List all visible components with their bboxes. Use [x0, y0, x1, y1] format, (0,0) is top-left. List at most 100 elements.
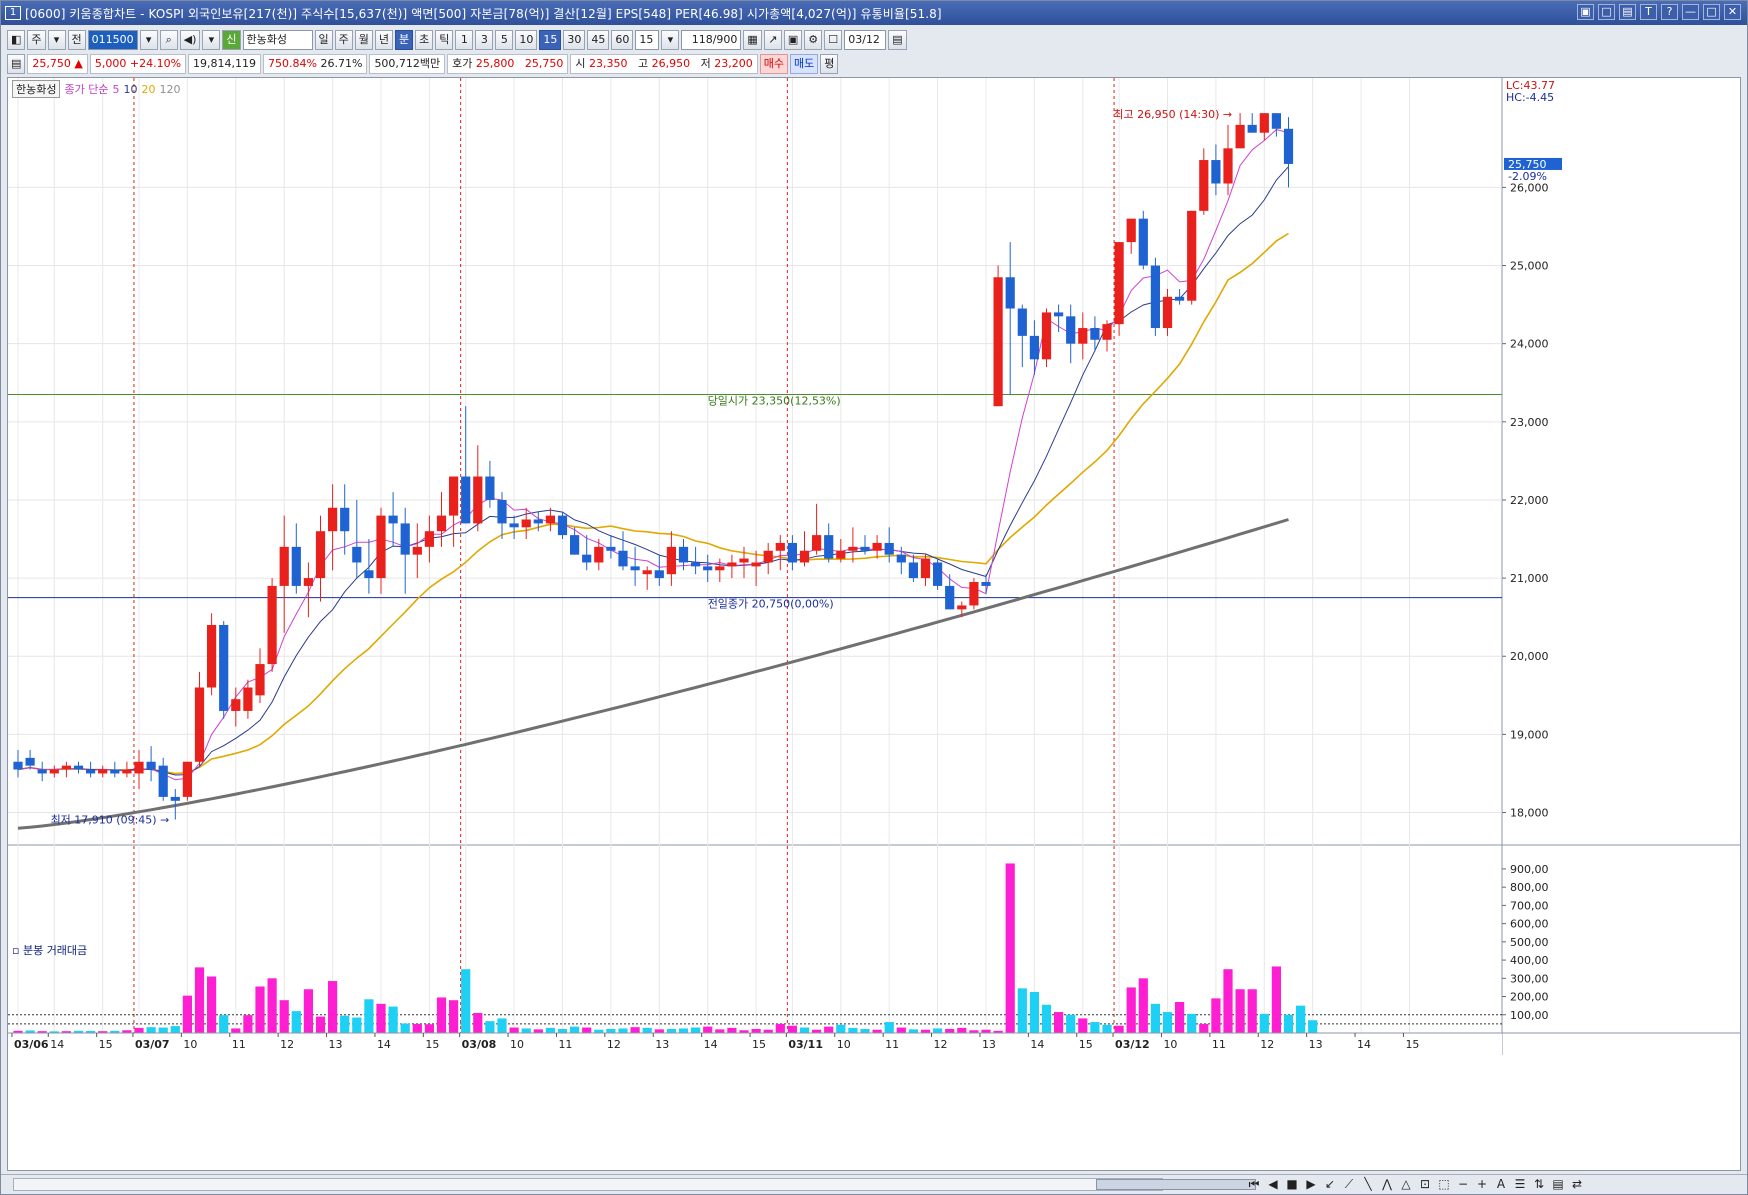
legend-stock-name[interactable]: 한농화성 [12, 80, 61, 98]
help-icon[interactable]: ? [1661, 4, 1678, 20]
date-checkbox[interactable]: ☐ [824, 30, 843, 50]
interval-45[interactable]: 45 [587, 30, 610, 50]
close-button[interactable]: ✕ [1724, 4, 1741, 20]
pin-icon[interactable]: □ [1598, 4, 1615, 20]
sort-tool-icon[interactable]: ⇅ [1531, 1176, 1547, 1192]
chart-area[interactable]: 한농화성 종가 단순 5 10 20 120 ▫ 분봉 거래대금 26,000 2… [7, 77, 1741, 1171]
sound-icon[interactable]: ◀) [179, 30, 201, 50]
fib-tool-icon[interactable]: ⋀ [1379, 1176, 1395, 1192]
volume-bar [134, 1027, 144, 1033]
interval-dropdown-icon[interactable]: ▾ [661, 30, 680, 50]
interval-10[interactable]: 10 [515, 30, 538, 50]
period-minute[interactable]: 분 [395, 30, 414, 50]
diag-tool-icon[interactable]: ╲ [1360, 1176, 1376, 1192]
period-month[interactable]: 월 [354, 30, 373, 50]
candle-body [1090, 328, 1100, 340]
list-dropdown-icon[interactable]: ▾ [202, 30, 221, 50]
maximize-button[interactable]: □ [1703, 4, 1720, 20]
save-icon[interactable]: ▣ [783, 30, 803, 50]
font-icon[interactable]: T [1640, 4, 1657, 20]
interval-60[interactable]: 60 [611, 30, 634, 50]
scope-select[interactable]: 전 [67, 30, 86, 50]
sell-button[interactable]: 매도 [790, 54, 819, 74]
trend-tool-icon[interactable]: ↙ [1322, 1176, 1338, 1192]
volume-bar [1175, 1002, 1185, 1033]
interval-1[interactable]: 1 [455, 30, 474, 50]
candle-body [606, 546, 616, 551]
grid-tool-icon[interactable]: ☰ [1512, 1176, 1528, 1192]
date-field[interactable]: 03/12 [844, 30, 887, 50]
zoom-out-icon[interactable]: − [1455, 1176, 1471, 1192]
period-year[interactable]: 년 [374, 30, 394, 50]
sync-tool-icon[interactable]: ⇄ [1569, 1176, 1585, 1192]
stock-code-input[interactable]: 011500 [87, 30, 138, 50]
volume-bar [678, 1028, 689, 1033]
settings-icon[interactable]: ⚙ [804, 30, 823, 50]
volume-bar [328, 981, 338, 1033]
period-tick[interactable]: 틱 [435, 30, 454, 50]
scrollbar-thumb[interactable] [1096, 1179, 1256, 1190]
triangle-tool-icon[interactable]: △ [1398, 1176, 1414, 1192]
calendar-icon[interactable]: ▤ [888, 30, 907, 50]
candle-body [436, 515, 447, 532]
layout-toggle-button[interactable]: ◧ [7, 30, 26, 50]
legend-ma20[interactable]: 20 [141, 83, 155, 96]
text-tool-icon[interactable]: A [1493, 1176, 1509, 1192]
config-tool-icon[interactable]: ▤ [1550, 1176, 1566, 1192]
legend-ma5[interactable]: 5 [112, 83, 119, 96]
candle-body [388, 515, 398, 524]
code-dropdown-icon[interactable]: ▾ [139, 30, 158, 50]
candle-body [1162, 296, 1173, 329]
period-week[interactable]: 주 [334, 30, 353, 50]
market-kind-select[interactable]: 주 [27, 30, 46, 50]
interval-15[interactable]: 15 [539, 30, 562, 50]
candle-body [170, 796, 180, 801]
market-kind-dropdown-icon[interactable]: ▾ [47, 30, 66, 50]
prev-icon[interactable]: ◀ [1265, 1176, 1281, 1192]
legend-ma120[interactable]: 120 [159, 83, 180, 96]
new-stock-icon[interactable]: 신 [222, 30, 241, 50]
search-icon[interactable]: ⌕ [159, 30, 178, 50]
count-field[interactable]: 118/900 [681, 30, 742, 50]
volume-bar [1187, 1013, 1197, 1033]
restore-icon[interactable]: ▣ [1577, 4, 1594, 20]
zoom-in-icon[interactable]: + [1474, 1176, 1490, 1192]
period-day[interactable]: 일 [314, 30, 333, 50]
time-tick-label: 11 [1212, 1038, 1226, 1051]
legend-ma10[interactable]: 10 [123, 83, 137, 96]
time-tick-label: 03/12 [1115, 1038, 1150, 1051]
next-icon[interactable]: ▶ [1303, 1176, 1319, 1192]
volume-bar [255, 986, 265, 1033]
period-second[interactable]: 초 [415, 30, 434, 50]
volume-bar [1005, 863, 1015, 1033]
interval-input[interactable]: 15 [635, 30, 660, 50]
horizontal-scrollbar[interactable] [13, 1178, 1163, 1191]
trade-amount: 500,712백만 [369, 54, 446, 74]
interval-3[interactable]: 3 [475, 30, 494, 50]
draw-tool-icon[interactable]: ↗ [763, 30, 782, 50]
stop-icon[interactable]: ■ [1284, 1176, 1300, 1192]
interval-5[interactable]: 5 [495, 30, 514, 50]
volume-bar [1054, 1012, 1064, 1033]
legend-indicator[interactable]: 종가 단순 [64, 81, 108, 97]
volume-bar [630, 1027, 640, 1033]
buy-button[interactable]: 매수 [759, 54, 789, 74]
candle-body [207, 624, 217, 688]
volume-bar [1138, 978, 1148, 1033]
zoom-tool-icon[interactable]: ⊡ [1417, 1176, 1433, 1192]
grid-icon[interactable]: ▦ [743, 30, 762, 50]
select-tool-icon[interactable]: ⬚ [1436, 1176, 1452, 1192]
title-bar: 1 [0600] 키움종합차트 - KOSPI 외국인보유[217(천)] 주식… [1, 1, 1747, 25]
minimize-button[interactable]: — [1682, 4, 1699, 20]
stock-name-field[interactable]: 한농화성 [242, 30, 313, 50]
volume-bar [824, 1026, 834, 1033]
layout-icon[interactable]: ▤ [1619, 4, 1636, 20]
time-tick-label: 10 [183, 1038, 197, 1051]
eval-button[interactable]: 평 [820, 54, 839, 74]
volume-bar [1066, 1014, 1076, 1033]
rewind-icon[interactable]: ⏮ [1246, 1176, 1262, 1192]
chart-svg[interactable]: 26,000 25,000 24,000 23,000 22,000 21,000 20,0… [8, 78, 1740, 1170]
line-tool-icon[interactable]: ⟋ [1341, 1176, 1357, 1192]
quote-info-icon[interactable]: ▤ [7, 54, 26, 74]
interval-30[interactable]: 30 [563, 30, 586, 50]
